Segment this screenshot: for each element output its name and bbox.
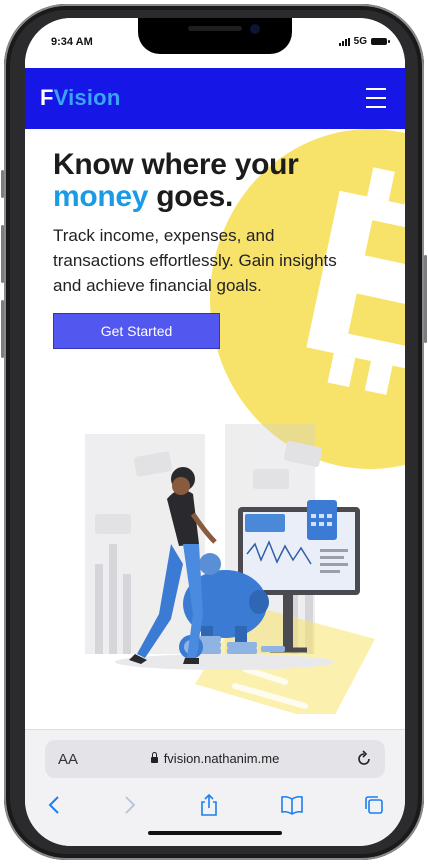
speaker	[188, 26, 242, 31]
battery-icon	[371, 38, 390, 45]
notch	[138, 18, 292, 54]
mute-switch	[1, 170, 4, 198]
finance-illustration	[75, 414, 375, 724]
share-icon[interactable]	[196, 792, 222, 818]
address-bar[interactable]: AA fvision.nathanim.me	[45, 740, 385, 778]
browser-bottom-bar: AA fvision.nathanim.me	[25, 729, 405, 846]
signal-icon	[338, 37, 350, 46]
hero-title-rest: goes.	[148, 180, 234, 213]
status-indicators: 5G	[338, 36, 390, 47]
reload-icon[interactable]	[355, 750, 373, 768]
hero-subtitle: Track income, expenses, and transactions…	[53, 226, 337, 295]
brand-first-letter: F	[40, 85, 54, 110]
screen: 9:34 AM 5G FVision Know where your money…	[25, 18, 405, 846]
volume-down-button	[1, 300, 4, 358]
home-indicator[interactable]	[148, 831, 282, 835]
lock-icon	[150, 752, 158, 763]
hero-title-line1: Know where your	[53, 148, 299, 181]
menu-icon[interactable]	[366, 87, 386, 109]
site-navbar: FVision	[25, 68, 405, 129]
get-started-button[interactable]: Get Started	[53, 313, 220, 349]
url-display[interactable]: fvision.nathanim.me	[45, 751, 385, 766]
volume-up-button	[1, 225, 4, 283]
brand-rest: Vision	[53, 85, 121, 110]
forward-icon[interactable]	[117, 792, 143, 818]
tabs-icon[interactable]	[361, 792, 387, 818]
hero-section: Know where your money goes. Track income…	[25, 129, 405, 729]
back-icon[interactable]	[41, 792, 67, 818]
brand-logo[interactable]: FVision	[40, 85, 120, 111]
hero-title: Know where your money goes.	[53, 149, 353, 213]
power-button	[424, 255, 427, 343]
url-text: fvision.nathanim.me	[163, 751, 280, 766]
network-label: 5G	[353, 36, 367, 47]
status-time: 9:34 AM	[51, 36, 93, 48]
phone-frame: 9:34 AM 5G FVision Know where your money…	[0, 0, 428, 864]
bookmarks-icon[interactable]	[279, 792, 305, 818]
browser-toolbar	[25, 790, 405, 820]
camera	[250, 24, 260, 34]
hero-title-accent: money	[53, 180, 149, 213]
